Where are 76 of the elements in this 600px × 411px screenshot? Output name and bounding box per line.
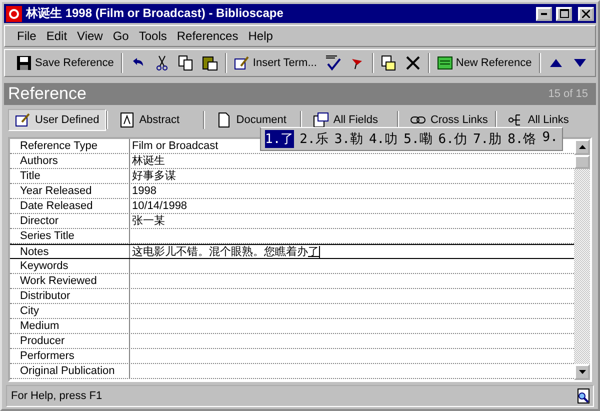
scroll-thumb[interactable] xyxy=(574,155,590,169)
field-name: Medium xyxy=(10,319,130,333)
field-value[interactable]: 这电影儿不错。混个眼熟。您瞧着办了 xyxy=(132,245,320,258)
menu-item[interactable]: Edit xyxy=(42,27,72,45)
field-value[interactable]: Film or Broadcast xyxy=(132,139,218,153)
field-value[interactable]: 林诞生 xyxy=(132,154,165,168)
text-page-icon xyxy=(119,112,136,128)
document-search-icon xyxy=(575,388,591,404)
field-name: Series Title xyxy=(10,229,130,243)
minimize-button[interactable] xyxy=(536,6,552,20)
field-value[interactable]: 张一某 xyxy=(132,214,165,228)
status-text: For Help, press F1 xyxy=(11,390,102,402)
menu-item[interactable]: Tools xyxy=(134,27,171,45)
spellcheck-icon xyxy=(324,55,341,71)
field-name: Title xyxy=(10,169,130,183)
section-title: Reference xyxy=(8,84,86,104)
field-name: Authors xyxy=(10,154,130,168)
scissors-icon xyxy=(154,55,170,71)
candidate-item[interactable]: 6.仂 xyxy=(438,130,467,148)
candidate-item[interactable]: 1.了 xyxy=(265,130,294,148)
candidate-item[interactable]: 2.乐 xyxy=(300,130,328,148)
maximize-icon xyxy=(560,9,568,18)
view-tab[interactable]: Document xyxy=(209,109,294,131)
menu-item[interactable]: View xyxy=(73,27,107,45)
form-edit-icon xyxy=(15,112,31,128)
field-value[interactable]: 好事多谋 xyxy=(132,169,176,183)
down-triangle-icon xyxy=(578,370,586,374)
field-name: Original Publication xyxy=(10,364,130,378)
minimize-icon xyxy=(541,12,547,14)
menu-item[interactable]: Go xyxy=(108,27,133,45)
field-name: Keywords xyxy=(10,259,130,273)
field-name: City xyxy=(10,304,130,318)
candidate-item[interactable]: 9. xyxy=(542,130,558,148)
field-name: Notes xyxy=(10,245,130,258)
field-name: Distributor xyxy=(10,289,130,303)
candidate-item[interactable]: 4.叻 xyxy=(368,130,398,148)
window-title: 林诞生 1998 (Film or Broadcast) - Biblioscape xyxy=(26,5,284,22)
candidate-item[interactable]: 8.饹 xyxy=(508,130,536,148)
field-value[interactable]: 1998 xyxy=(132,184,156,198)
menu-item[interactable]: Help xyxy=(244,27,277,45)
field-name: Performers xyxy=(10,349,130,363)
menu-item[interactable]: File xyxy=(13,27,40,45)
clipboard-icon xyxy=(202,55,218,71)
maximize-button[interactable] xyxy=(556,6,572,20)
copy-icon xyxy=(178,55,194,71)
view-tab[interactable]: Abstract xyxy=(112,109,187,131)
field-name: Year Released xyxy=(10,184,130,198)
toolbar-button[interactable]: Insert Term... xyxy=(230,53,320,73)
scroll-down-button[interactable] xyxy=(574,364,590,380)
scrollbar[interactable] xyxy=(574,139,590,380)
delete-icon xyxy=(404,55,421,71)
pencil-list-icon xyxy=(234,55,250,71)
field-name: Producer xyxy=(10,334,130,348)
candidate-item[interactable]: 7.肋 xyxy=(472,130,502,148)
record-count: 15 of 15 xyxy=(548,88,588,100)
field-name: Reference Type xyxy=(10,139,130,153)
view-tab[interactable]: All Links xyxy=(500,109,576,131)
app-logo-icon xyxy=(6,6,22,22)
field-value[interactable]: 10/14/1998 xyxy=(132,199,188,213)
scroll-up-button[interactable] xyxy=(574,139,590,155)
close-button[interactable] xyxy=(578,6,594,20)
field-name: Work Reviewed xyxy=(10,274,130,288)
new-document-icon xyxy=(380,55,397,71)
menu-item[interactable]: References xyxy=(172,27,242,45)
field-name: Director xyxy=(10,214,130,228)
close-icon xyxy=(582,10,590,18)
candidate-item[interactable]: 5.嘞 xyxy=(404,130,432,148)
up-triangle-icon xyxy=(578,145,586,149)
view-tab[interactable]: Cross Links xyxy=(403,109,495,131)
toolbar-button[interactable]: New Reference xyxy=(434,53,535,73)
view-tab[interactable]: User Defined xyxy=(8,109,106,131)
document-icon xyxy=(216,112,232,128)
toolbar-button[interactable]: Save Reference xyxy=(13,53,117,73)
candidate-item[interactable]: 3.勒 xyxy=(334,130,363,148)
field-name: Date Released xyxy=(10,199,130,213)
book-icon xyxy=(436,55,453,71)
